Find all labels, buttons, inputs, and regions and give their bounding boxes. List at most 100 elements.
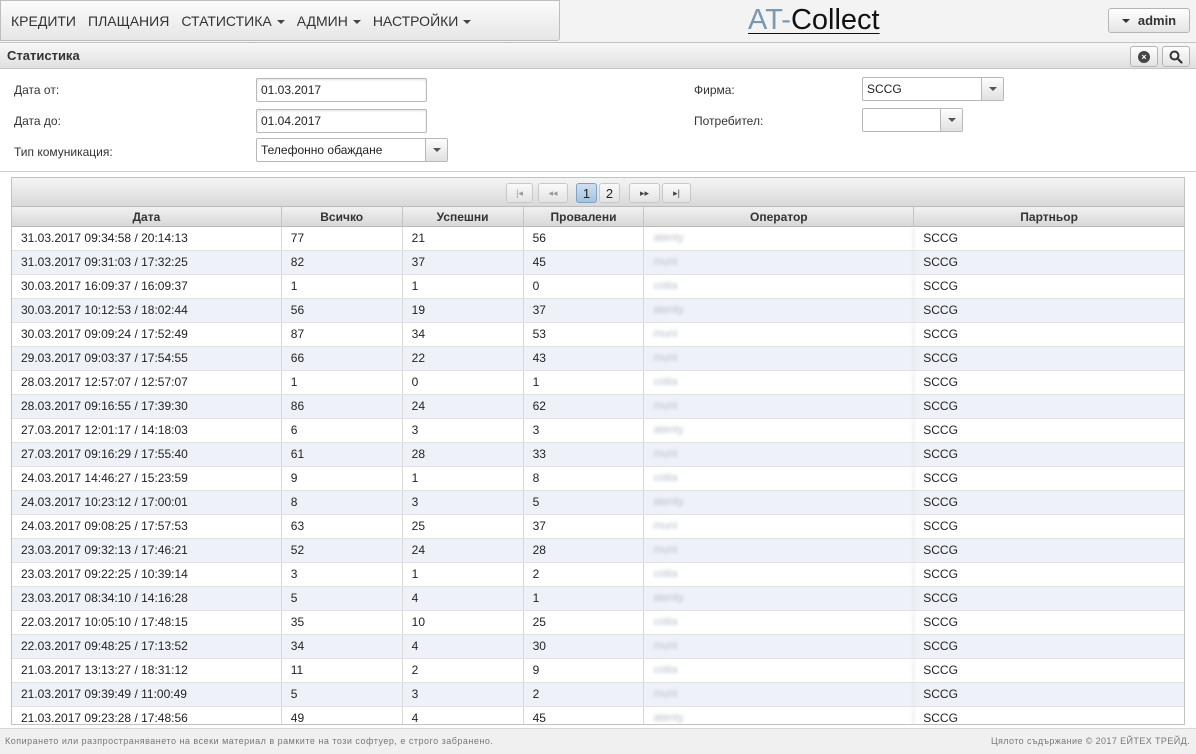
table-cell: 21.03.2017 13:13:27 / 18:31:12 — [12, 659, 282, 682]
user-filter-dropdown-button[interactable] — [940, 109, 962, 131]
table-cell: SCCG — [923, 591, 958, 605]
table-cell: SCCG — [923, 495, 958, 509]
column-header[interactable]: Успешни — [403, 207, 524, 226]
table-row[interactable]: 21.03.2017 09:39:49 / 11:00:49 5 3 2 muni SCC… — [12, 683, 1184, 707]
nav-item-0[interactable]: КРЕДИТИ — [5, 13, 82, 29]
date-from-input[interactable] — [256, 78, 427, 102]
table-cell: muni — [644, 539, 915, 562]
table-cell: 1 — [524, 371, 645, 394]
table-cell: SCCG — [923, 615, 958, 629]
table-cell: 5 — [282, 683, 403, 706]
nav-item-label: АДМИН — [296, 12, 348, 29]
table-cell: 56 — [282, 299, 403, 322]
page-button-1[interactable]: 1 — [576, 183, 597, 203]
table-cell: 28 — [403, 443, 524, 466]
nav-item-1[interactable]: ПЛАЩАНИЯ — [82, 13, 175, 29]
table-cell: 37 — [524, 299, 645, 322]
prev-page-button[interactable]: ◂◂ — [538, 183, 568, 203]
table-row[interactable]: 30.03.2017 10:12:53 / 18:02:44 56 19 37 aten… — [12, 299, 1184, 323]
table-row[interactable]: 21.03.2017 09:23:28 / 17:48:56 49 4 45 atent… — [12, 707, 1184, 725]
table-cell: 22.03.2017 09:48:25 / 17:13:52 — [12, 635, 282, 658]
table-cell: SCCG — [923, 399, 958, 413]
table-cell: atenty — [644, 299, 915, 322]
table-row[interactable]: 24.03.2017 14:46:27 / 15:23:59 9 1 8 cotta SC… — [12, 467, 1184, 491]
table-cell: 24 — [403, 395, 524, 418]
table-row[interactable]: 31.03.2017 09:34:58 / 20:14:13 77 21 56 aten… — [12, 227, 1184, 251]
footer: Копирането или разпространяването на все… — [0, 728, 1196, 754]
nav-item-3[interactable]: АДМИН — [291, 13, 367, 29]
table-cell: SCCG — [923, 711, 958, 725]
table-cell: 22.03.2017 10:05:10 / 17:48:15 — [12, 611, 282, 634]
table-row[interactable]: 23.03.2017 08:34:10 / 14:16:28 5 4 1 atenty S… — [12, 587, 1184, 611]
table-row[interactable]: 30.03.2017 09:09:24 / 17:52:49 87 34 53 muni… — [12, 323, 1184, 347]
table-cell: cotta — [644, 275, 915, 298]
table-header: Дата Всичко Успешни Провалени Оператор Партнь… — [12, 207, 1184, 227]
table-row[interactable]: 29.03.2017 09:03:37 / 17:54:55 66 22 43 muni… — [12, 347, 1184, 371]
table-row[interactable]: 24.03.2017 09:08:25 / 17:57:53 63 25 37 muni… — [12, 515, 1184, 539]
table-row[interactable]: 22.03.2017 09:48:25 / 17:13:52 34 4 30 muni S… — [12, 635, 1184, 659]
table-cell: 1 — [403, 563, 524, 586]
table-row[interactable]: 30.03.2017 16:09:37 / 16:09:37 1 1 0 cotta SC… — [12, 275, 1184, 299]
table-cell: 34 — [282, 635, 403, 658]
table-row[interactable]: 21.03.2017 13:13:27 / 18:31:12 11 2 9 cotta S… — [12, 659, 1184, 683]
table-cell: 56 — [524, 227, 645, 250]
page-button-2[interactable]: 2 — [599, 183, 620, 203]
table-row[interactable]: 31.03.2017 09:31:03 / 17:32:25 82 37 45 muni… — [12, 251, 1184, 275]
table-cell: 11 — [282, 659, 403, 682]
table-cell: 19 — [403, 299, 524, 322]
table-row[interactable]: 24.03.2017 10:23:12 / 17:00:01 8 3 5 atenty S… — [12, 491, 1184, 515]
user-filter-select[interactable] — [862, 108, 963, 132]
table-cell: atenty — [644, 419, 915, 442]
company-select[interactable]: SCCG — [862, 77, 1004, 101]
table-row[interactable]: 28.03.2017 09:16:55 / 17:39:30 86 24 62 muni… — [12, 395, 1184, 419]
table-cell: 1 — [282, 275, 403, 298]
table-cell: 45 — [524, 251, 645, 274]
table-cell: muni — [644, 323, 915, 346]
brand-logo[interactable]: AT-Collect — [748, 4, 880, 37]
chevron-down-icon — [988, 87, 997, 91]
comm-type-dropdown-button[interactable] — [425, 139, 447, 161]
table-cell: 10 — [403, 611, 524, 634]
company-dropdown-button[interactable] — [981, 78, 1003, 100]
table-row[interactable]: 23.03.2017 09:22:25 / 10:39:14 3 1 2 cotta SC… — [12, 563, 1184, 587]
table-cell: SCCG — [923, 639, 958, 653]
comm-type-select[interactable]: Телефонно обаждане — [256, 138, 448, 162]
table-cell: 6 — [282, 419, 403, 442]
nav-item-2[interactable]: СТАТИСТИКА — [175, 13, 290, 29]
clear-filter-button[interactable]: × — [1130, 46, 1158, 67]
table-row[interactable]: 27.03.2017 09:16:29 / 17:55:40 61 28 33 muni… — [12, 443, 1184, 467]
next-page-button[interactable]: ▸▸ — [629, 183, 660, 203]
table-cell: SCCG — [923, 567, 958, 581]
table-cell: SCCG — [923, 543, 958, 557]
table-cell: 8 — [524, 467, 645, 490]
table-cell: 21 — [403, 227, 524, 250]
table-row[interactable]: 27.03.2017 12:01:17 / 14:18:03 6 3 3 atenty S… — [12, 419, 1184, 443]
table-row[interactable]: 22.03.2017 10:05:10 / 17:48:15 35 10 25 cott… — [12, 611, 1184, 635]
table-cell: 1 — [282, 371, 403, 394]
table-cell: 24 — [403, 539, 524, 562]
table-cell: 30.03.2017 10:12:53 / 18:02:44 — [12, 299, 282, 322]
panel-title: Статистика — [7, 48, 80, 63]
table-cell: 52 — [282, 539, 403, 562]
table-cell: 5 — [524, 491, 645, 514]
search-button[interactable] — [1162, 46, 1190, 67]
column-header[interactable]: Всичко — [282, 207, 403, 226]
user-name: admin — [1137, 13, 1177, 28]
nav-item-label: СТАТИСТИКА — [181, 12, 272, 29]
table-row[interactable]: 28.03.2017 12:57:07 / 12:57:07 1 0 1 cotta SC… — [12, 371, 1184, 395]
last-page-button[interactable]: ▸| — [662, 183, 691, 203]
column-header[interactable]: Оператор — [644, 207, 915, 226]
nav-item-4[interactable]: НАСТРОЙКИ — [367, 13, 478, 29]
column-header[interactable]: Провалени — [524, 207, 645, 226]
date-to-input[interactable] — [256, 109, 427, 133]
top-bar: КРЕДИТИ ПЛАЩАНИЯ СТАТИСТИКА АДМИН НАСТРОЙКИ … — [0, 0, 1196, 42]
table-cell: 30.03.2017 16:09:37 / 16:09:37 — [12, 275, 282, 298]
column-header[interactable]: Партньор — [914, 207, 1184, 226]
table-cell: SCCG — [923, 471, 958, 485]
table-cell: SCCG — [923, 351, 958, 365]
table-cell: 1 — [403, 275, 524, 298]
user-menu-button[interactable]: admin — [1108, 8, 1190, 33]
table-row[interactable]: 23.03.2017 09:32:13 / 17:46:21 52 24 28 muni… — [12, 539, 1184, 563]
column-header[interactable]: Дата — [12, 207, 282, 226]
first-page-button[interactable]: |◂ — [506, 183, 533, 203]
